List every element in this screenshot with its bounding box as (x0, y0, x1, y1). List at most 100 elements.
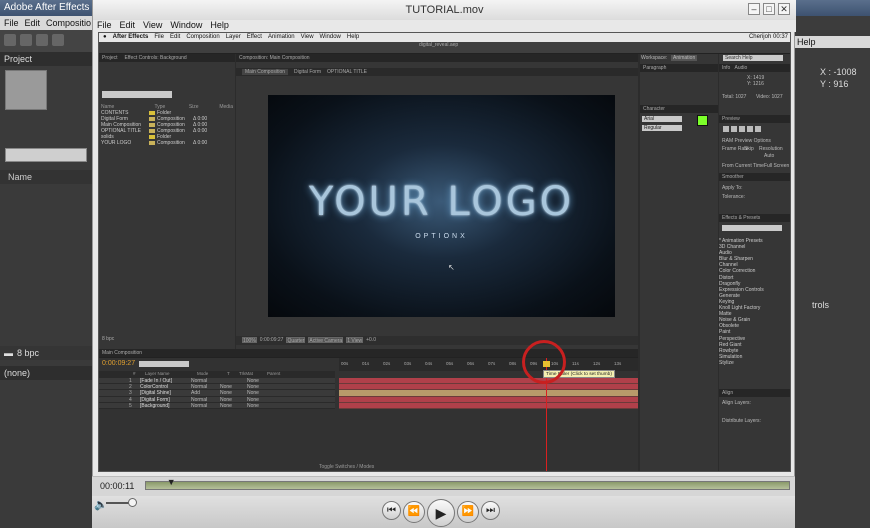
rewind-button[interactable]: ⏪ (403, 501, 425, 523)
menu-edit[interactable]: Edit (25, 18, 41, 28)
background-help-menu[interactable]: Help (795, 36, 870, 48)
layer-name: [Digital Shine] (140, 390, 171, 396)
layer-columns: # Layer Name Mode T TrkMat Parent (99, 371, 335, 378)
inner-info-y: Y: 1216 (747, 81, 764, 87)
col-layer-name: Layer Name (145, 371, 170, 376)
rotate-tool-icon[interactable] (52, 34, 64, 46)
comp-label (149, 129, 155, 133)
align-layers-label: Align Layers: (722, 400, 751, 406)
inner-menu-view: View (300, 34, 314, 40)
tab-main-composition: Main Composition (242, 69, 289, 75)
audio-tab: Audio (734, 65, 748, 71)
layer-trkmat: None (220, 396, 232, 403)
layer-num: 2 (129, 384, 132, 391)
layer-mode: Add (191, 390, 200, 397)
menu-file[interactable]: File (4, 18, 19, 28)
inner-project-header: Project Effect Controls: Background (99, 54, 235, 62)
camera-dropdown: Active Camera (308, 337, 344, 344)
bpc-label[interactable]: 8 bpc (17, 348, 39, 358)
preview-tab: Preview (719, 115, 790, 123)
quicktime-window: ▶ TUTORIAL.mov – □ ✕ File Edit View Wind… (92, 0, 796, 528)
inner-project-tab: Project (102, 55, 118, 61)
ruler-tick: 06s (467, 361, 475, 366)
next-frame-icon (747, 126, 753, 132)
list-item: YOUR LOGO Composition Δ 0:00 (101, 140, 233, 146)
tab-optional-title: OPTIONAL TITLE (326, 69, 367, 75)
inner-project-list: Name Type Size Media CONTENTS Folder Digi… (101, 104, 233, 146)
timeline-search (139, 361, 189, 367)
background-project-tab[interactable]: Project (0, 52, 92, 66)
col-label (147, 105, 153, 109)
menu-composition[interactable]: Compositio (46, 18, 91, 28)
background-name-column[interactable]: Name (0, 170, 92, 184)
effects-list: * Animation Presets 3D Channel Audio Blu… (719, 238, 787, 366)
menu-help[interactable]: Help (210, 20, 229, 32)
background-none-tab[interactable]: (none) (0, 366, 92, 380)
distribute-layers-label: Distribute Layers: (722, 418, 761, 424)
menu-file[interactable]: File (97, 20, 112, 32)
inner-project-panel (99, 54, 235, 357)
skip-back-button[interactable]: ⏮ (382, 501, 401, 520)
zoom-tool-icon[interactable] (36, 34, 48, 46)
window-title: TUTORIAL.mov (93, 0, 796, 20)
item-type: Composition (157, 140, 185, 146)
layer-name: ColorControl (140, 384, 169, 390)
inner-file-name: digital_reveal.aep (419, 42, 459, 48)
layer-parent: None (247, 378, 259, 384)
tab-digital-form: Digital Form (294, 69, 321, 75)
close-button[interactable]: ✕ (778, 3, 790, 15)
layer-mode: Normal (191, 378, 208, 384)
paragraph-tab: Paragraph (640, 64, 718, 72)
layer-mode: Normal (191, 402, 208, 409)
volume-knob[interactable] (128, 498, 137, 507)
ruler-tick: 13s (614, 361, 622, 366)
seek-handle[interactable]: ▼ (167, 478, 176, 487)
selection-tool-icon[interactable] (4, 34, 16, 46)
comp-label (149, 141, 155, 145)
ruler-tick: 00s (341, 361, 349, 366)
col-mode: Mode (197, 371, 209, 376)
info-tab: Info (722, 65, 731, 71)
resolution-dropdown: Quarter (286, 337, 306, 344)
workspace-label: Workspace: (641, 55, 668, 61)
play-button[interactable]: ▶ (427, 499, 455, 527)
restore-button[interactable]: □ (763, 3, 775, 15)
inner-menu-app: After Effects (112, 34, 149, 40)
background-project-search[interactable] (5, 148, 87, 162)
volume-icon[interactable]: 🔈 (94, 498, 108, 511)
inner-comp-footer: 100% 0:00:09:27 Quarter Active Camera 1 … (236, 336, 638, 345)
fast-forward-button[interactable]: ⏩ (457, 501, 479, 523)
menu-view[interactable]: View (143, 20, 162, 32)
info-audio-tabs: Info Audio (719, 64, 790, 72)
ruler-tick: 11s (572, 361, 579, 366)
comp-viewer: YOUR LOGO OPTIONX ↖ (268, 95, 615, 317)
first-frame-icon (723, 126, 729, 132)
comp-label (149, 117, 155, 121)
tolerance-label: Tolerance: (722, 194, 746, 200)
skip-forward-button[interactable]: ⏭ (481, 501, 500, 520)
prev-frame-icon (731, 126, 737, 132)
folder-label (149, 135, 155, 139)
ruler-tick: 03s (404, 361, 412, 366)
from-current-time: From Current Time (722, 163, 764, 169)
preview-controls (723, 126, 787, 132)
seek-bar[interactable] (145, 481, 790, 490)
layer-num: 1 (129, 378, 132, 384)
window-menubar: File Edit View Window Help (93, 20, 796, 32)
item-name: YOUR LOGO (101, 140, 132, 146)
minimize-button[interactable]: – (748, 3, 760, 15)
layer-parent: None (247, 384, 259, 391)
inner-menu-file: File (154, 34, 164, 40)
hand-tool-icon[interactable] (20, 34, 32, 46)
layer-bar (339, 402, 638, 409)
menu-window[interactable]: Window (170, 20, 202, 32)
layer-trkmat (220, 378, 244, 383)
inner-menu-animation: Animation (267, 34, 295, 40)
info-x: X : -1008 (820, 67, 857, 77)
menu-edit[interactable]: Edit (120, 20, 136, 32)
resolution-label: Resolution (759, 146, 783, 152)
layer-mode: Normal (191, 384, 208, 391)
inner-menu-effect: Effect (246, 34, 262, 40)
layer-list: 1 [Fade In / Out] Normal None 2 ColorControl… (99, 378, 335, 409)
folder-icon[interactable]: ▬ (4, 348, 13, 358)
